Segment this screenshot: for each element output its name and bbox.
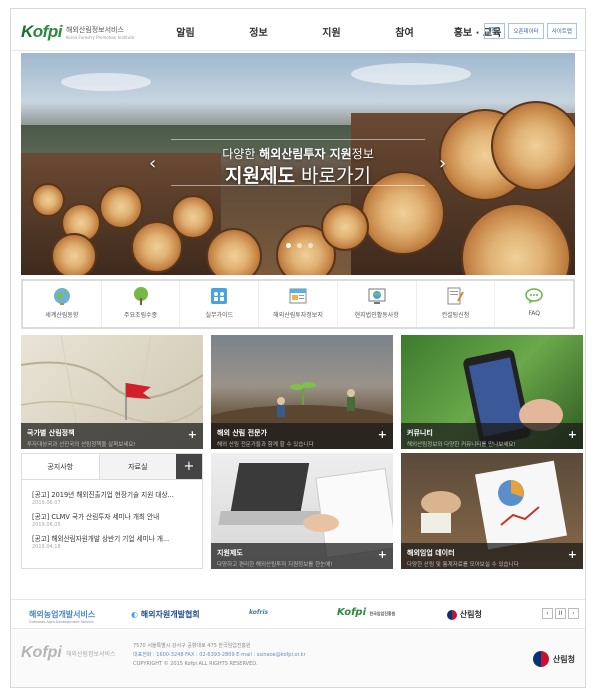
quick-world-forest-trends[interactable]: 세계산림동향: [23, 281, 102, 327]
tab-archive[interactable]: 자료실: [99, 454, 176, 479]
partner-kofris-logo[interactable]: kofris: [249, 609, 268, 616]
logo-subtitle: 해외산림정보서비스: [65, 25, 124, 34]
open-data-button[interactable]: 오픈데이터: [508, 23, 544, 39]
footer-contact: 대표전화 : 1600-3248 FAX : 02-6393-2809 E-ma…: [133, 652, 306, 658]
hero-pagination: [286, 243, 313, 248]
hero-banner[interactable]: 다양한 해외산림투자 지원정보 지원제도 바로가기 ‹ ›: [21, 53, 575, 275]
newsletter-icon: [289, 288, 307, 304]
consulting-icon: [447, 287, 465, 305]
logo-english: Korea Forestry Promotion Institute: [65, 34, 135, 40]
hero-dot-1[interactable]: [286, 243, 291, 248]
footer: Kofpi 해외산림정보서비스 7570 서울특별시 강서구 공항대로 475 …: [11, 630, 585, 687]
quick-investment-newsletter[interactable]: 해외산림투자정보지: [259, 281, 338, 327]
partner-banner: 해외농업개발서비스 Overseas Agro-Development Serv…: [11, 599, 585, 629]
partner-forest-service-logo[interactable]: 산림청: [447, 609, 482, 620]
guide-people-icon: [211, 288, 228, 304]
forest-service-emblem-icon: [532, 651, 549, 667]
site-logo[interactable]: Kofpi 해외산림정보서비스 Korea Forestry Promotion…: [21, 22, 134, 42]
tree-icon: [133, 287, 148, 305]
footer-info: 7570 서울특별시 강서구 공항대로 475 한국임업진흥원 대표전화 : 1…: [133, 642, 306, 669]
nav-info[interactable]: 정보: [222, 24, 295, 39]
footer-address: 7570 서울특별시 강서구 공항대로 475 한국임업진흥원: [133, 643, 251, 649]
quick-faq[interactable]: FAQ: [495, 281, 573, 327]
tile-plus-icon[interactable]: +: [378, 428, 387, 441]
notice-more-button[interactable]: +: [176, 454, 202, 479]
tile-national-policy[interactable]: 국가별 산림정책 투자대상국과 선진국의 산림정책을 살펴보세요! +: [21, 335, 203, 449]
globe-icon: [53, 288, 70, 305]
hero-headline: 지원제도 바로가기: [225, 165, 371, 187]
partner-prev-icon[interactable]: ‹: [542, 608, 553, 619]
notice-item[interactable]: [공고] 2019년 해외진출기업 현장기술 지원 대상... 2019.06.…: [32, 489, 194, 506]
tile-community[interactable]: 커뮤니티 해외산림정보와 다양한 커뮤니티를 만나보세요! +: [401, 335, 583, 449]
tile-plus-icon[interactable]: +: [568, 428, 577, 441]
nav-notice[interactable]: 알림: [149, 24, 222, 39]
partner-koreia-logo[interactable]: ◐ 해외자원개발협회: [131, 609, 200, 620]
faq-bubble-icon: [525, 288, 543, 304]
tab-notices[interactable]: 공지사항: [22, 454, 100, 479]
partner-next-icon[interactable]: ›: [568, 608, 579, 619]
footer-copyright: COPYRIGHT © 2015 Kofpi ALL RIGHTS RESERV…: [133, 661, 258, 667]
hero-prev-arrow-icon[interactable]: ‹: [149, 153, 156, 174]
hero-dot-3[interactable]: [308, 243, 313, 248]
utility-links: ENG 오픈데이터 사이트맵: [483, 23, 577, 39]
partner-controls: ‹ II ›: [542, 608, 579, 619]
footer-forest-service[interactable]: 산림청: [532, 651, 575, 667]
notice-board: 공지사항 자료실 + [공고] 2019년 해외진출기업 현장기술 지원 대상.…: [21, 453, 203, 569]
nav-support[interactable]: 지원: [295, 24, 368, 39]
hero-dot-2[interactable]: [297, 243, 302, 248]
tile-plus-icon[interactable]: +: [568, 548, 577, 561]
quick-practical-guide[interactable]: 실무가이드: [180, 281, 260, 327]
tile-forest-experts[interactable]: 해외 산림 전문가 해외 산림 전문가들과 함께 할 수 있습니다 +: [211, 335, 393, 449]
main-navigation: 알림 정보 지원 참여 홍보 · 교육: [149, 24, 514, 39]
tile-plus-icon[interactable]: +: [188, 428, 197, 441]
local-office-icon: [368, 288, 386, 304]
forest-service-emblem-icon: [447, 609, 457, 620]
footer-logo: Kofpi 해외산림정보서비스: [21, 644, 116, 661]
logo-wordmark: Kofpi: [21, 22, 62, 41]
quick-menu: 세계산림동향 주요조림수종 실무가이드 해외산림투자정보지 현지법인활동사항 컨…: [21, 279, 575, 329]
header: Kofpi 해외산림정보서비스 Korea Forestry Promotion…: [11, 9, 585, 51]
quick-major-species[interactable]: 주요조림수종: [102, 281, 181, 327]
notice-item[interactable]: [공고] CLMV 국가 산림투자 세미나 개최 안내 2019.06.05: [32, 511, 194, 528]
tile-support-system[interactable]: 지원제도 다양하고 편리한 해외산림투자 지원정보를 한눈에! +: [211, 453, 393, 569]
hero-subheadline: 다양한 해외산림투자 지원정보: [222, 147, 374, 161]
quick-local-corporation[interactable]: 현지법인활동사항: [338, 281, 417, 327]
hero-next-arrow-icon[interactable]: ›: [439, 153, 446, 174]
partner-oads-logo[interactable]: 해외농업개발서비스 Overseas Agro-Development Serv…: [29, 609, 95, 624]
tile-plus-icon[interactable]: +: [378, 548, 387, 561]
tile-forestry-data[interactable]: 해외임업 데이터 다양한 산림 및 통계자료를 모아보실 수 있습니다 +: [401, 453, 583, 569]
quick-consulting-request[interactable]: 컨설팅신청: [417, 281, 496, 327]
page-frame: Kofpi 해외산림정보서비스 Korea Forestry Promotion…: [10, 8, 586, 688]
partner-pause-icon[interactable]: II: [555, 608, 566, 619]
eng-button[interactable]: ENG: [483, 23, 506, 39]
partner-kofpi-logo[interactable]: Kofpi 한국임업진흥원: [337, 607, 395, 618]
sitemap-button[interactable]: 사이트맵: [546, 23, 577, 39]
nav-participation[interactable]: 참여: [368, 24, 441, 39]
notice-item[interactable]: [공고] 해외산림자원개발 상반기 기업 세미나 개... 2019.04.18: [32, 533, 194, 550]
